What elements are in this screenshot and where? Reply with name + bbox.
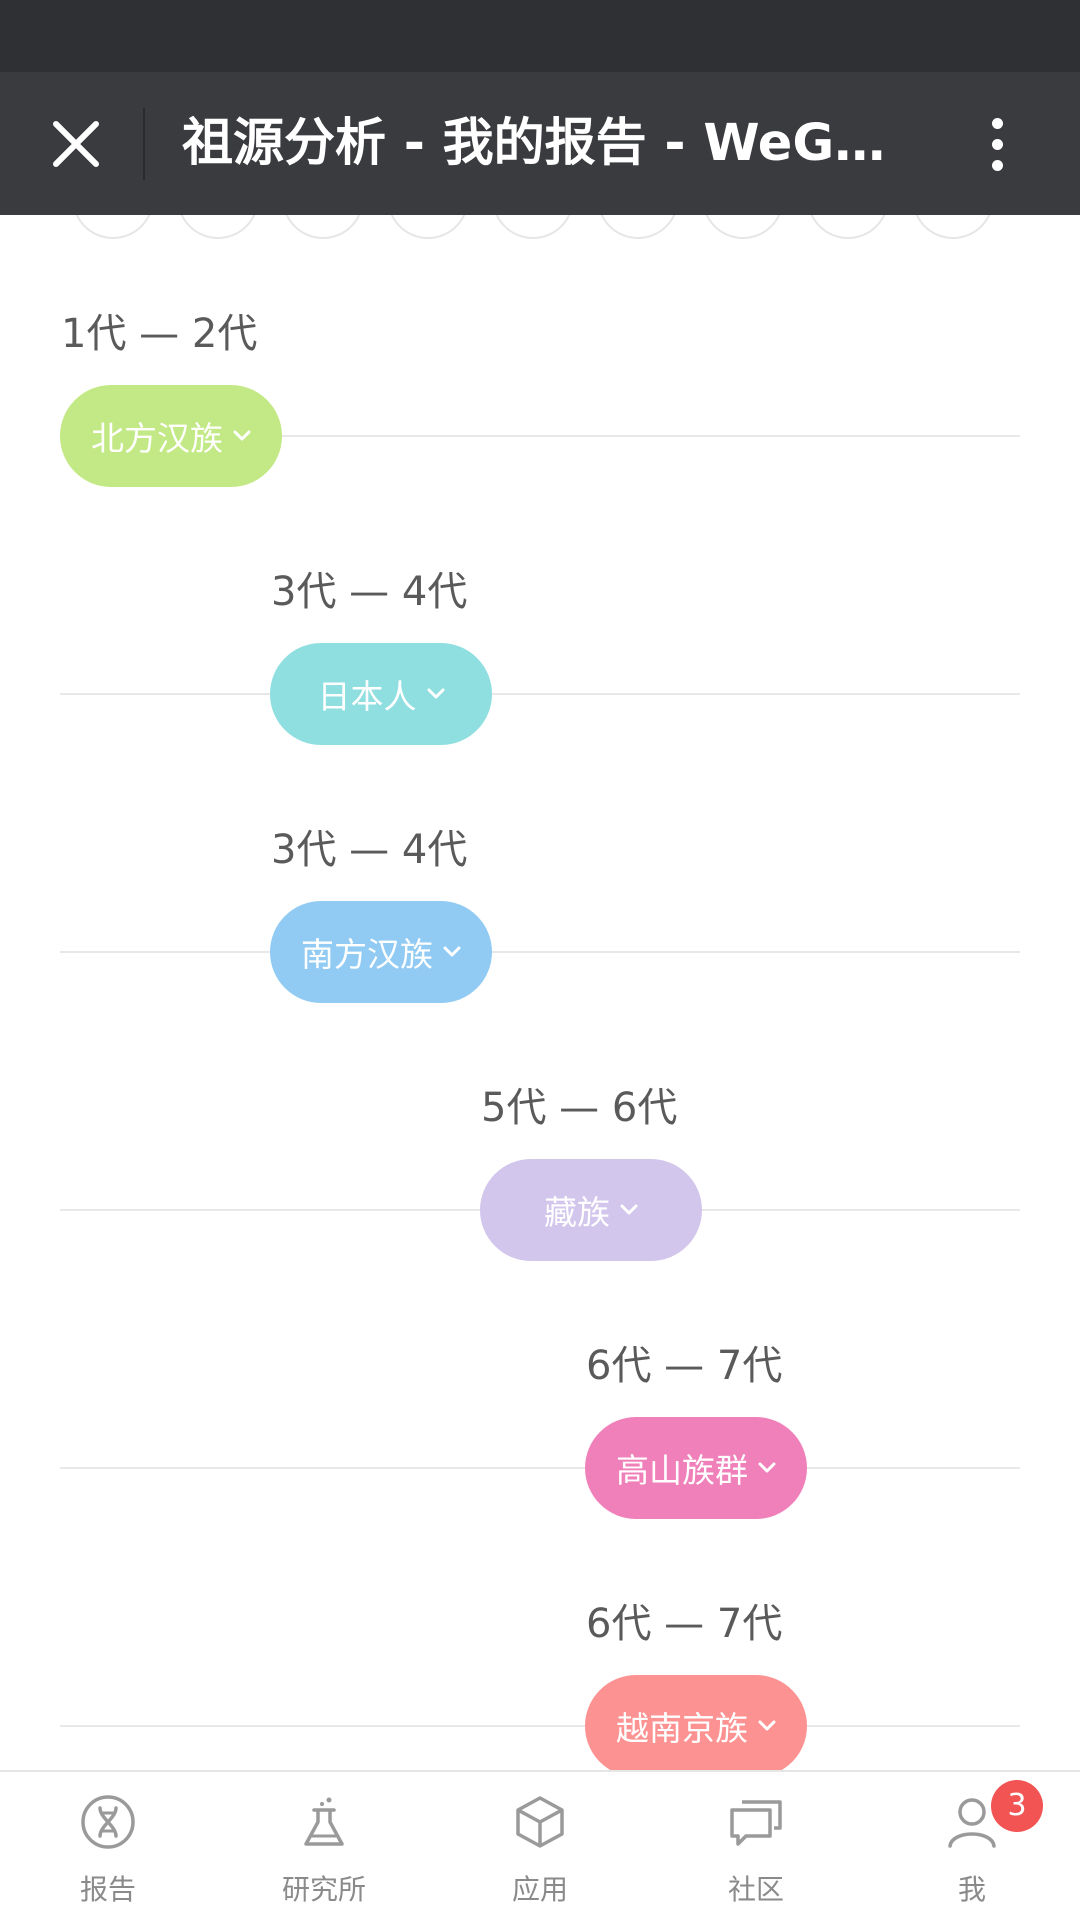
step-circle[interactable] [492, 215, 574, 239]
timeline-row: 6代 — 7代 高山族群 [0, 1338, 1080, 1538]
population-name: 北方汉族 [91, 419, 223, 458]
generation-label: 3代 — 4代 [271, 827, 468, 873]
tab-label: 社区 [727, 1873, 784, 1906]
step-circle[interactable] [702, 215, 784, 239]
tab-research[interactable]: 研究所 [224, 1772, 424, 1920]
chat-icon [730, 1800, 782, 1846]
timeline-line [60, 1467, 1020, 1469]
step-circle[interactable] [807, 215, 889, 239]
timeline-row: 3代 — 4代 南方汉族 [0, 822, 1080, 1022]
generation-label: 5代 — 6代 [481, 1085, 678, 1131]
timeline-row: 5代 — 6代 藏族 [0, 1080, 1080, 1280]
timeline-row: 6代 — 7代 越南京族 [0, 1596, 1080, 1796]
bottom-tab-bar: 报告 研究所 应用 社区 3 我 [0, 1770, 1080, 1920]
chevron-down-icon [427, 688, 445, 700]
timeline-row: 1代 — 2代 北方汉族 [0, 306, 1080, 506]
flask-icon [304, 1797, 344, 1846]
title-divider [143, 108, 145, 180]
timeline-line [60, 1725, 1020, 1727]
step-circle[interactable] [72, 215, 154, 239]
title-bar: 祖源分析 - 我的报告 - WeGen… [0, 72, 1080, 215]
step-circle[interactable] [177, 215, 259, 239]
step-circle[interactable] [282, 215, 364, 239]
generation-label: 1代 — 2代 [61, 311, 258, 357]
population-pill-kinh[interactable]: 越南京族 [585, 1675, 807, 1777]
timeline-row: 3代 — 4代 日本人 [0, 564, 1080, 764]
more-vertical-icon [991, 117, 1003, 129]
generation-label: 6代 — 7代 [586, 1343, 783, 1389]
tab-community[interactable]: 社区 [656, 1772, 856, 1920]
population-name: 越南京族 [616, 1709, 748, 1748]
tab-report[interactable]: 报告 [8, 1772, 208, 1920]
chevron-down-icon [620, 1204, 638, 1216]
population-name: 高山族群 [616, 1451, 748, 1490]
more-button[interactable] [962, 100, 1032, 188]
tab-me[interactable]: 3 我 [872, 1772, 1072, 1920]
population-name: 南方汉族 [301, 935, 433, 974]
population-pill-gaoshan[interactable]: 高山族群 [585, 1417, 807, 1519]
step-indicator [0, 215, 1080, 245]
tab-label: 报告 [79, 1873, 136, 1906]
chevron-down-icon [233, 430, 251, 442]
population-name: 藏族 [544, 1193, 610, 1232]
step-circle[interactable] [597, 215, 679, 239]
status-bar [0, 0, 1080, 72]
population-pill-southern-han[interactable]: 南方汉族 [270, 901, 492, 1003]
population-pill-tibetan[interactable]: 藏族 [480, 1159, 702, 1261]
notification-badge: 3 [991, 1780, 1043, 1832]
step-circle[interactable] [387, 215, 469, 239]
population-pill-northern-han[interactable]: 北方汉族 [60, 385, 282, 487]
close-icon [53, 121, 99, 167]
timeline-line [60, 693, 1020, 695]
chevron-down-icon [443, 946, 461, 958]
chevron-down-icon [758, 1720, 776, 1732]
tab-apps[interactable]: 应用 [440, 1772, 640, 1920]
page-title: 祖源分析 - 我的报告 - WeGen… [182, 114, 902, 173]
population-pill-japanese[interactable]: 日本人 [270, 643, 492, 745]
dna-icon [81, 1795, 135, 1849]
cube-icon [516, 1796, 564, 1848]
tab-label: 研究所 [281, 1873, 366, 1906]
close-button[interactable] [36, 104, 116, 184]
generation-label: 6代 — 7代 [586, 1601, 783, 1647]
chevron-down-icon [758, 1462, 776, 1474]
tab-label: 我 [957, 1873, 986, 1906]
generation-label: 3代 — 4代 [271, 569, 468, 615]
step-circle[interactable] [912, 215, 994, 239]
tab-label: 应用 [511, 1873, 568, 1906]
population-name: 日本人 [317, 677, 417, 716]
timeline-line [60, 951, 1020, 953]
